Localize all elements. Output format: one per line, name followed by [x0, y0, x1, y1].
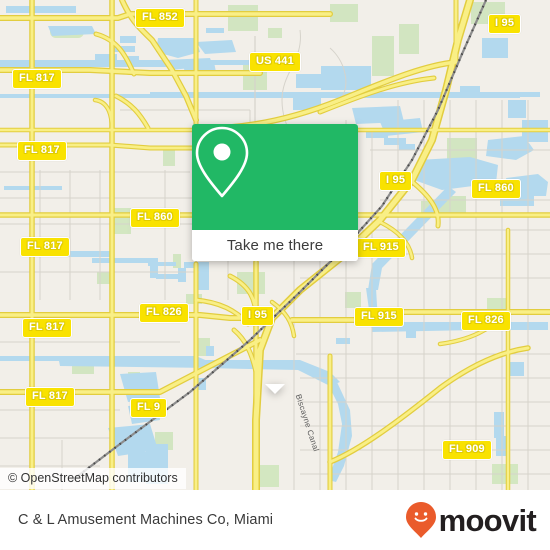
road-shield-fl-9: FL 9 — [130, 398, 168, 418]
road-shield-i-95-mid: I 95 — [379, 171, 413, 191]
road-shield-fl-915-a: FL 915 — [356, 238, 406, 258]
map-canvas[interactable]: FL 852 I 95 US 441 FL 817 FL 817 I 95 FL 860 FL… — [0, 0, 550, 490]
road-shield-fl-860-l: FL 860 — [130, 208, 180, 228]
road-shield-fl-852: FL 852 — [135, 8, 185, 28]
road-shield-fl-817-a: FL 817 — [12, 69, 62, 89]
place-title: C & L Amusement Machines Co, Miami — [18, 512, 274, 528]
callout-marker-area — [192, 124, 358, 230]
road-shield-fl-826-r: FL 826 — [461, 311, 511, 331]
road-shield-fl-817-c: FL 817 — [20, 237, 70, 257]
road-shield-us-441: US 441 — [249, 52, 301, 72]
road-shield-fl-817-d: FL 817 — [22, 318, 72, 338]
road-shield-i-95-low: I 95 — [241, 306, 275, 326]
moovit-smiley-pin-icon — [405, 502, 436, 538]
road-shield-i-95-top: I 95 — [488, 14, 522, 34]
road-shield-fl-909: FL 909 — [442, 440, 492, 460]
map-pin-icon — [195, 126, 249, 198]
callout-pointer — [265, 384, 285, 394]
location-callout[interactable]: Take me there — [192, 124, 358, 394]
footer-bar: C & L Amusement Machines Co, Miami moovi… — [0, 490, 550, 550]
map-screenshot: FL 852 I 95 US 441 FL 817 FL 817 I 95 FL 860 FL… — [0, 0, 550, 550]
road-shield-fl-915-b: FL 915 — [354, 307, 404, 327]
road-shield-fl-817-e: FL 817 — [25, 387, 75, 407]
road-shield-fl-826-l: FL 826 — [139, 303, 189, 323]
osm-attribution[interactable]: © OpenStreetMap contributors — [0, 468, 186, 489]
moovit-logo[interactable]: moovit — [405, 501, 537, 539]
moovit-wordmark: moovit — [438, 502, 537, 538]
road-shield-fl-817-b: FL 817 — [17, 141, 67, 161]
take-me-there-button[interactable]: Take me there — [192, 230, 358, 261]
callout-card: Take me there — [192, 124, 358, 261]
take-me-there-label: Take me there — [226, 237, 324, 254]
road-shield-fl-860-r: FL 860 — [471, 179, 521, 199]
